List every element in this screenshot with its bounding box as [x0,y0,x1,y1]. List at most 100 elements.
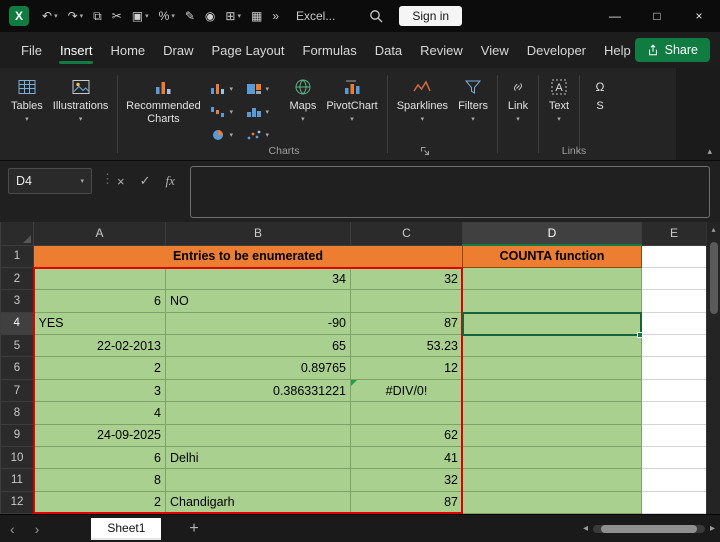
sheet-tab-sheet1[interactable]: Sheet1 [91,518,161,540]
tab-help[interactable]: Help [595,34,640,67]
redo-icon[interactable]: ↷▾ [63,9,89,23]
tables-button[interactable]: Tables ▾ [6,73,48,128]
cell-D11[interactable] [463,469,642,491]
cell-A9[interactable]: 24-09-2025 [34,424,166,446]
cell-A11[interactable]: 8 [34,469,166,491]
cell-E1[interactable] [642,245,707,267]
cell-D1[interactable]: COUNTA function [463,245,642,267]
cell-C8[interactable] [351,402,463,424]
cell-C12[interactable]: 87 [351,491,463,513]
row-header-4[interactable]: 4 [1,312,34,334]
paste-icon[interactable]: ▣▾ [127,9,154,23]
tab-home[interactable]: Home [101,34,154,67]
tab-draw[interactable]: Draw [154,34,202,67]
cell-A2[interactable] [34,267,166,289]
cell-E6[interactable] [642,357,707,379]
cell-C2[interactable]: 32 [351,267,463,289]
insert-function-icon[interactable]: fx [166,173,175,189]
cell-E12[interactable] [642,491,707,513]
link-button[interactable]: Link ▾ [502,73,534,128]
scroll-left-icon[interactable]: ◂ [583,523,588,534]
cell-B4[interactable]: -90 [166,312,351,334]
pie-chart-button[interactable]: ▾ [208,123,244,146]
column-header-E[interactable]: E [642,222,707,245]
close-button[interactable]: × [678,0,720,32]
copy-icon[interactable]: ⧉ [88,9,107,24]
text-button[interactable]: A Text ▾ [543,73,575,128]
scroll-up-icon[interactable]: ▴ [707,222,720,238]
cell-C3[interactable] [351,290,463,312]
vertical-scrollbar[interactable]: ▴ [706,222,720,514]
cell-D4[interactable] [463,312,642,334]
row-header-9[interactable]: 9 [1,424,34,446]
cell-B11[interactable] [166,469,351,491]
column-header-B[interactable]: B [166,222,351,245]
cell-A10[interactable]: 6 [34,447,166,469]
cell-E11[interactable] [642,469,707,491]
minimize-button[interactable]: — [594,0,636,32]
cell-B9[interactable] [166,424,351,446]
cell-B3[interactable]: NO [166,290,351,312]
cell-D8[interactable] [463,402,642,424]
cell-E7[interactable] [642,379,707,401]
cell-B7[interactable]: 0.386331221 [166,379,351,401]
cell-D9[interactable] [463,424,642,446]
cell-C11[interactable]: 32 [351,469,463,491]
row-header-6[interactable]: 6 [1,357,34,379]
row-header-12[interactable]: 12 [1,491,34,513]
cell-B8[interactable] [166,402,351,424]
cell-D7[interactable] [463,379,642,401]
tab-formulas[interactable]: Formulas [294,34,366,67]
cell-B12[interactable]: Chandigarh [166,491,351,513]
column-chart-button[interactable]: ▾ [208,77,244,100]
filters-button[interactable]: Filters ▾ [453,73,493,128]
excel-app-icon[interactable]: X [9,6,29,26]
cell-D10[interactable] [463,447,642,469]
cell-C5[interactable]: 53.23 [351,335,463,357]
recommended-charts-button[interactable]: Recommended Charts [122,73,204,129]
row-header-5[interactable]: 5 [1,335,34,357]
tab-review[interactable]: Review [411,34,472,67]
camera-icon[interactable]: ◉ [200,9,220,23]
horizontal-scroll-thumb[interactable] [601,525,697,533]
row-header-11[interactable]: 11 [1,469,34,491]
cell-E5[interactable] [642,335,707,357]
tab-developer[interactable]: Developer [518,34,595,67]
formula-input[interactable] [190,166,710,218]
horizontal-scroll-track[interactable] [593,525,705,533]
column-header-A[interactable]: A [34,222,166,245]
vertical-scroll-thumb[interactable] [710,242,718,314]
borders-icon[interactable]: ⊞▾ [220,9,246,23]
scroll-right-icon[interactable]: ▸ [710,523,715,534]
cell-D6[interactable] [463,357,642,379]
undo-icon[interactable]: ↶▾ [37,9,63,23]
cell-E4[interactable] [642,312,707,334]
prev-sheet-icon[interactable]: ‹ [0,521,25,537]
cell-C7[interactable]: #DIV/0! [351,379,463,401]
cell-D2[interactable] [463,267,642,289]
cell-D3[interactable] [463,290,642,312]
hierarchy-chart-button[interactable]: ▾ [244,77,280,100]
cancel-icon[interactable]: × [117,174,125,189]
cell-D12[interactable] [463,491,642,513]
pivotchart-button[interactable]: PivotChart ▾ [321,73,382,128]
next-sheet-icon[interactable]: › [25,521,50,537]
cell-B2[interactable]: 34 [166,267,351,289]
row-header-1[interactable]: 1 [1,245,34,267]
share-button[interactable]: Share [635,38,710,62]
more-commands-icon[interactable]: » [267,9,284,23]
row-header-10[interactable]: 10 [1,447,34,469]
sparklines-button[interactable]: Sparklines ▾ [392,73,453,128]
illustrations-button[interactable]: Illustrations ▾ [48,73,114,128]
cell-E3[interactable] [642,290,707,312]
maximize-button[interactable]: □ [636,0,678,32]
cell-A7[interactable]: 3 [34,379,166,401]
number-format-icon[interactable]: %▾ [154,9,180,23]
scatter-chart-button[interactable]: ▾ [244,123,280,146]
search-icon[interactable] [369,9,383,23]
tab-data[interactable]: Data [366,34,411,67]
format-painter-icon[interactable]: ✎ [180,9,200,23]
row-header-7[interactable]: 7 [1,379,34,401]
collapse-ribbon-icon[interactable]: ▴ [707,146,712,157]
tab-page-layout[interactable]: Page Layout [203,34,294,67]
